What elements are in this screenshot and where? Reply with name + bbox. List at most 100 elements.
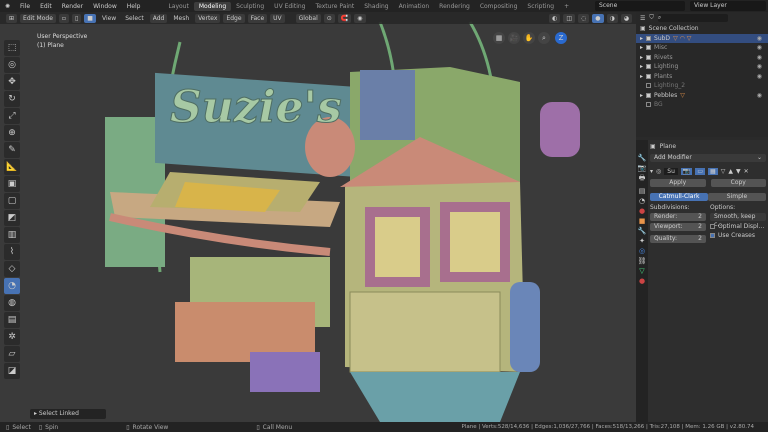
select-box-tool-icon[interactable]: ⬚ [4, 40, 20, 56]
move-down-icon[interactable]: ▼ [736, 168, 741, 175]
edge-select-icon[interactable]: ▯ [71, 13, 82, 23]
physics-tab-icon[interactable]: ◎ [639, 247, 645, 255]
optimal-display-checkbox[interactable]: Optimal Displ... [710, 223, 766, 230]
display-mode-icon[interactable]: ☰ [640, 15, 645, 22]
particles-tab-icon[interactable]: ✦ [639, 237, 645, 245]
menu-file[interactable]: File [15, 3, 35, 10]
tab-uv-editing[interactable]: UV Editing [269, 2, 310, 11]
proportional-edit-icon[interactable]: ◉ [354, 13, 366, 23]
outliner-item-rivets[interactable]: ▸ Rivets ◉ [636, 53, 768, 63]
grid-icon[interactable]: ▦ [493, 32, 505, 44]
scene-selector[interactable]: Scene [595, 1, 685, 11]
data-tab-icon[interactable]: ▽ [639, 267, 644, 275]
tab-sculpting[interactable]: Sculpting [231, 2, 269, 11]
render-levels-field[interactable]: Render: 2 [650, 213, 706, 221]
annotate-tool-icon[interactable]: ✎ [4, 142, 20, 158]
menu-mesh[interactable]: Mesh [170, 14, 192, 23]
visibility-eye-icon[interactable]: ◉ [757, 92, 762, 99]
wireframe-shading-icon[interactable]: ◌ [578, 13, 590, 23]
face-select-icon[interactable]: ■ [84, 13, 96, 23]
exclude-checkbox[interactable] [646, 102, 651, 108]
spin-tool-icon[interactable]: ◔ [4, 278, 20, 294]
apply-button[interactable]: Apply [650, 179, 706, 187]
bevel-tool-icon[interactable]: ◩ [4, 210, 20, 226]
visibility-eye-icon[interactable]: ◉ [757, 44, 762, 51]
tab-shading[interactable]: Shading [359, 2, 393, 11]
cage-icon[interactable]: ▽ [721, 168, 726, 175]
object-tab-icon[interactable]: ■ [639, 217, 646, 225]
camera-icon[interactable]: 🎥 [508, 32, 520, 44]
shrink-tool-icon[interactable]: ✲ [4, 329, 20, 345]
axis-gizmo[interactable]: Z [555, 32, 567, 44]
menu-face[interactable]: Face [247, 13, 268, 23]
world-tab-icon[interactable]: ● [639, 207, 645, 215]
xray-icon[interactable]: ◫ [563, 13, 575, 23]
outliner-item-misc[interactable]: ▸ Misc ◉ [636, 43, 768, 53]
scene-collection-row[interactable]: ▣ Scene Collection [636, 24, 768, 34]
tab-animation[interactable]: Animation [394, 2, 435, 11]
editor-type-icon[interactable]: ⊞ [6, 13, 18, 23]
outliner-item-bg[interactable]: BG [636, 100, 768, 110]
viewport-toggle-icon[interactable]: ▭ [695, 167, 706, 175]
tab-scripting[interactable]: Scripting [522, 2, 559, 11]
blender-logo-icon[interactable]: ✺ [0, 3, 15, 10]
transform-tool-icon[interactable]: ⊕ [4, 125, 20, 141]
output-tab-icon[interactable]: 🖶 [639, 174, 646, 185]
outliner-item-pebbles[interactable]: ▸ Pebbles ▽ ◉ [636, 91, 768, 101]
smooth-tool-icon[interactable]: ◍ [4, 295, 20, 311]
menu-select[interactable]: Select [122, 14, 147, 23]
visibility-eye-icon[interactable]: ◉ [757, 54, 762, 61]
exclude-checkbox[interactable] [646, 54, 652, 60]
tab-compositing[interactable]: Compositing [475, 2, 523, 11]
last-operator-panel[interactable]: ▸ Select Linked [30, 409, 106, 419]
view-layer-tab-icon[interactable]: ▤ [639, 187, 646, 195]
outliner-item-lighting[interactable]: ▸ Lighting ◉ [636, 62, 768, 72]
edge-slide-tool-icon[interactable]: ▤ [4, 312, 20, 328]
viewport-levels-field[interactable]: Viewport: 2 [650, 223, 706, 231]
menu-window[interactable]: Window [88, 3, 122, 10]
visibility-eye-icon[interactable]: ◉ [757, 73, 762, 80]
exclude-checkbox[interactable] [646, 35, 652, 41]
editmode-toggle-icon[interactable]: ▦ [708, 167, 718, 175]
copy-button[interactable]: Copy [710, 179, 766, 187]
mode-dropdown[interactable]: Edit Mode [20, 13, 56, 23]
knife-tool-icon[interactable]: ⌇ [4, 244, 20, 260]
tab-texture-paint[interactable]: Texture Paint [310, 2, 359, 11]
render-toggle-icon[interactable]: 📷 [680, 167, 693, 175]
constraints-tab-icon[interactable]: ⛓ [638, 257, 647, 265]
measure-tool-icon[interactable]: 📐 [4, 159, 20, 175]
outliner-search[interactable]: ⌕ [657, 14, 728, 22]
outliner-item-subd[interactable]: ▸ SubD ▽ ◠ ▽ ◉ [636, 33, 768, 43]
vertex-select-icon[interactable]: ▫ [58, 13, 69, 23]
menu-help[interactable]: Help [122, 3, 146, 10]
overlays-icon[interactable]: ◐ [549, 13, 561, 23]
move-up-icon[interactable]: ▲ [728, 168, 733, 175]
move-tool-icon[interactable]: ✥ [4, 74, 20, 90]
tab-rendering[interactable]: Rendering [434, 2, 475, 11]
menu-uv[interactable]: UV [270, 13, 285, 23]
view-layer-selector[interactable]: View Layer [690, 1, 766, 11]
expand-arrow-icon[interactable]: ▾ [650, 168, 653, 175]
exclude-checkbox[interactable] [646, 73, 652, 79]
solid-shading-icon[interactable]: ● [592, 13, 604, 23]
snap-icon[interactable]: 🧲 [337, 13, 352, 23]
material-shading-icon[interactable]: ◑ [606, 13, 618, 23]
remove-modifier-icon[interactable]: ✕ [744, 168, 749, 175]
orientation-dropdown[interactable]: Global [295, 13, 321, 23]
menu-edit[interactable]: Edit [35, 3, 57, 10]
extrude-tool-icon[interactable]: ▣ [4, 176, 20, 192]
outliner-item-plants[interactable]: ▸ Plants ◉ [636, 72, 768, 82]
3d-viewport[interactable]: Suzie's ⬚ ◎ ✥ ↻ ⤢ ⊕ ✎ 📐 ▣ ▢ ◩ ▥ ⌇ ◇ ◔ ◍ … [0, 12, 636, 422]
add-modifier-dropdown[interactable]: Add Modifier ⌄ [650, 154, 766, 162]
use-creases-checkbox[interactable]: Use Creases [710, 232, 766, 239]
menu-view[interactable]: View [99, 14, 119, 23]
simple-button[interactable]: Simple [708, 193, 766, 201]
pan-hand-icon[interactable]: ✋ [523, 32, 535, 44]
loop-cut-tool-icon[interactable]: ▥ [4, 227, 20, 243]
material-tab-icon[interactable]: ● [639, 277, 645, 285]
outliner-item-lighting-2[interactable]: Lighting_2 [636, 81, 768, 91]
exclude-checkbox[interactable] [646, 45, 652, 51]
visibility-eye-icon[interactable]: ◉ [757, 63, 762, 70]
tab-modeling[interactable]: Modeling [193, 1, 232, 11]
uv-smooth-dropdown[interactable]: Smooth, keep c... [710, 213, 766, 228]
